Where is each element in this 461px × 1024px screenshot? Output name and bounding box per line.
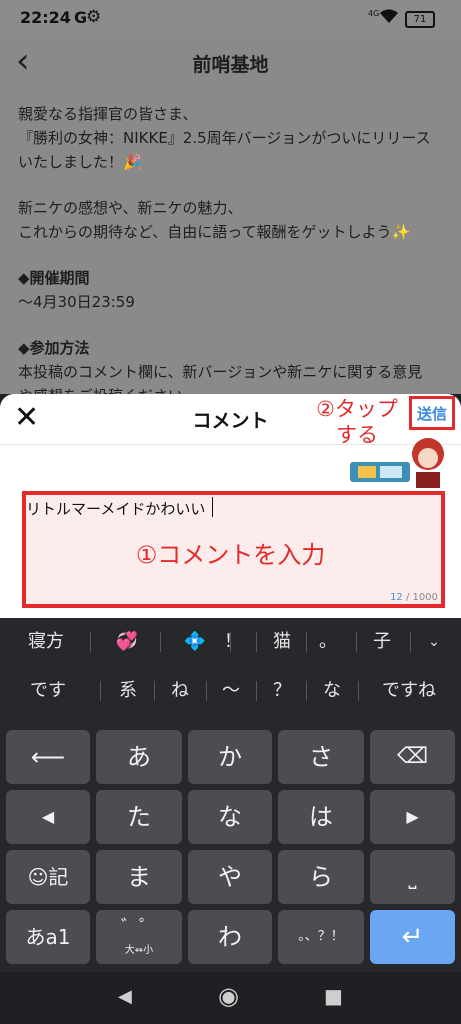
- cursor-right-icon[interactable]: ▶: [370, 790, 455, 844]
- candidate-separator: [306, 681, 307, 701]
- candidate[interactable]: 〜: [210, 668, 252, 714]
- candidate[interactable]: 猫: [260, 618, 304, 666]
- key-a[interactable]: あ: [96, 730, 182, 784]
- candidate[interactable]: 💞: [96, 618, 158, 666]
- candidate-separator: [100, 681, 101, 701]
- post-body-line: 親愛なる指揮官の皆さま、: [18, 105, 198, 123]
- key-ka[interactable]: か: [188, 730, 272, 784]
- key-ta[interactable]: た: [96, 790, 182, 844]
- key-ma[interactable]: ま: [96, 850, 182, 904]
- text-cursor: [212, 497, 213, 517]
- emoji-symbol-key[interactable]: ☺記: [6, 850, 90, 904]
- character-counter: 12 / 1000: [370, 592, 438, 603]
- candidate-separator: [256, 632, 257, 652]
- system-nav-bar: ◀ ◉ ■: [0, 972, 461, 1024]
- post-body-line: ◆開催期間: [18, 269, 90, 287]
- post-body-line: 本投稿のコメント欄に、新バージョンや新ニケに関する意見: [18, 363, 423, 381]
- post-body: 親愛なる指揮官の皆さま、『勝利の女神：NIKKE』2.5周年バージョンがついにリ…: [18, 102, 448, 394]
- candidate[interactable]: な: [310, 668, 354, 714]
- candidate[interactable]: 寝方: [6, 618, 86, 666]
- battery-indicator: 71: [405, 11, 435, 28]
- candidate-separator: [90, 632, 91, 652]
- cursor-left-icon[interactable]: ◀: [6, 790, 90, 844]
- candidate[interactable]: ！: [213, 618, 253, 666]
- key-sa[interactable]: さ: [278, 730, 364, 784]
- post-body-line: や感想をご投稿ください。: [18, 384, 448, 394]
- input-mode-key[interactable]: あa1: [6, 910, 90, 964]
- send-button[interactable]: 送信: [409, 403, 455, 424]
- key-ra[interactable]: ら: [278, 850, 364, 904]
- dakuten-key[interactable]: ゛゜ 大⇔小: [96, 910, 182, 964]
- candidate[interactable]: ですね: [364, 668, 454, 714]
- key-ha[interactable]: は: [278, 790, 364, 844]
- annotation-input: ①コメントを入力: [135, 541, 326, 569]
- keyboard: 寝方 💞 💠 ！ 猫 。 子 ⌄ です 系 ね 〜 ？ な ですね ⟵ あ か …: [0, 618, 461, 972]
- backspace-arrow-key[interactable]: ⟵: [6, 730, 90, 784]
- post-body-line: ◆参加方法: [18, 339, 90, 357]
- candidate[interactable]: 。: [308, 618, 348, 666]
- post-page: ‹ 前哨基地 親愛なる指揮官の皆さま、 『勝利の女神：NIKKE』2.5周年バージ…: [0, 38, 461, 394]
- candidate-separator: [206, 681, 207, 701]
- candidate-separator: [358, 681, 359, 701]
- candidate[interactable]: ね: [158, 668, 202, 714]
- dakuten-marks: ゛゜: [121, 917, 157, 938]
- candidate-separator: [306, 632, 307, 652]
- chevron-down-icon[interactable]: ⌄: [416, 618, 452, 666]
- wifi-icon: [379, 8, 399, 28]
- key-wa[interactable]: わ: [188, 910, 272, 964]
- smiley-icon: ☺: [27, 865, 49, 889]
- home-circle-icon[interactable]: ◉: [218, 982, 239, 1010]
- status-bar: 22:24 G ⚙ 4G 71: [0, 0, 461, 38]
- candidate[interactable]: ？: [260, 668, 304, 714]
- clock: 22:24: [20, 8, 71, 27]
- delete-icon[interactable]: ⌫: [370, 730, 455, 784]
- candidate[interactable]: 子: [360, 618, 404, 666]
- post-body-line: 新ニケの感想や、新ニケの魅力、: [18, 199, 243, 217]
- punctuation-key[interactable]: 。、？！: [278, 910, 364, 964]
- emoji-key-label: 記: [48, 865, 69, 889]
- candidate-separator: [160, 632, 161, 652]
- candidate-separator: [154, 681, 155, 701]
- comment-text[interactable]: リトルマーメイドかわいい: [26, 498, 205, 519]
- key-na[interactable]: な: [188, 790, 272, 844]
- counter-max: 1000: [412, 592, 438, 603]
- space-icon[interactable]: ⎵: [370, 850, 455, 904]
- candidate-separator: [356, 632, 357, 652]
- network-type: 4G: [368, 9, 380, 18]
- settings-gear-icon: ⚙: [86, 7, 102, 27]
- key-ya[interactable]: や: [188, 850, 272, 904]
- counter-current: 12: [390, 592, 403, 603]
- candidate[interactable]: です: [6, 668, 90, 714]
- post-body-line: これからの期待など、自由に語って報酬をゲットしよう✨: [18, 223, 411, 241]
- candidate[interactable]: 系: [106, 668, 150, 714]
- character-sticker-image: [350, 432, 445, 492]
- post-body-line: いたしました！🎉: [18, 153, 142, 171]
- post-body-line: 『勝利の女神：NIKKE』2.5周年バージョンがついにリリース: [18, 129, 431, 147]
- comment-sheet: ✕ コメント ②タップ する 送信 リトルマーメイドかわいい ①コメントを入力 …: [0, 394, 461, 618]
- page-title: 前哨基地: [192, 54, 269, 76]
- candidate-separator: [410, 632, 411, 652]
- dakuten-key-label: 大⇔小: [124, 945, 154, 956]
- back-triangle-icon[interactable]: ◀: [118, 986, 132, 1007]
- candidate-separator: [256, 681, 257, 701]
- post-body-line: 〜4月30日23:59: [18, 293, 135, 311]
- recents-square-icon[interactable]: ■: [324, 984, 343, 1008]
- enter-icon[interactable]: ↵: [370, 910, 455, 964]
